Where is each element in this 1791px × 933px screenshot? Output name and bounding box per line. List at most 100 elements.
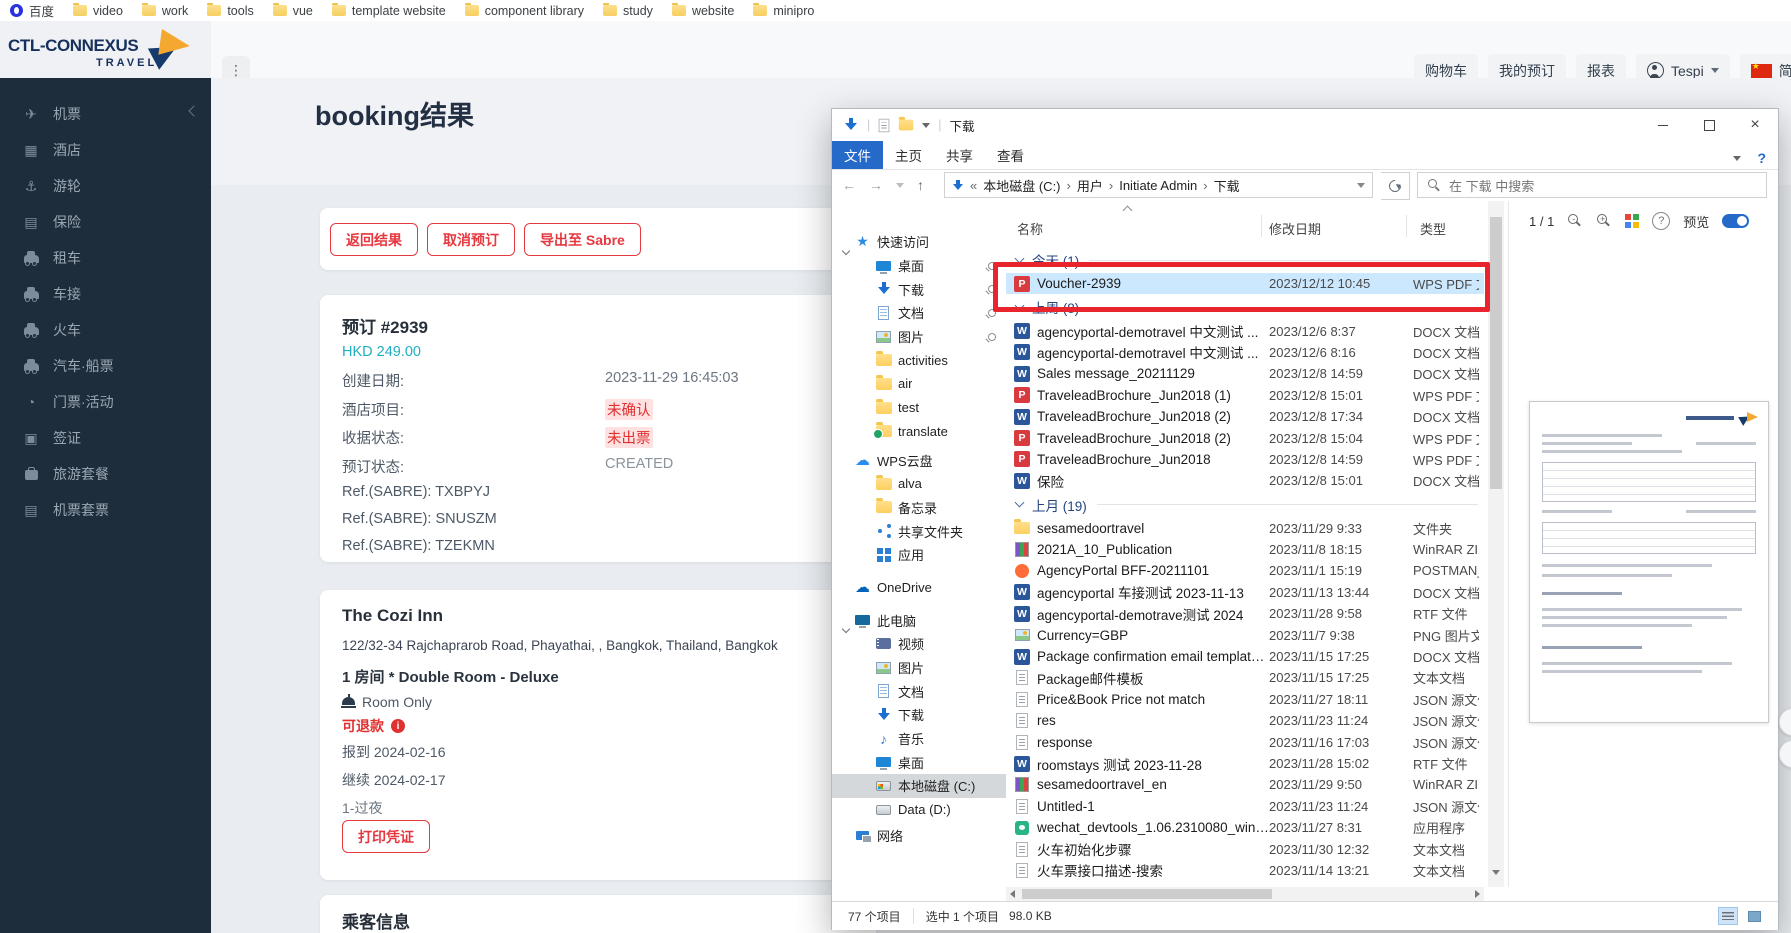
thumbnail-view-icon[interactable] [1744, 907, 1764, 925]
file-row[interactable]: sesamedoortravel2023/11/29 9:33文件夹 [1006, 518, 1484, 539]
file-row[interactable]: wechat_devtools_1.06.2310080_win32...202… [1006, 817, 1484, 838]
file-row[interactable]: Price&Book Price not match2023/11/27 18:… [1006, 689, 1484, 710]
scrollbar-thumb[interactable] [1490, 217, 1502, 489]
up-icon[interactable]: ↑ [917, 177, 924, 193]
bookmark-item[interactable]: component library [465, 4, 584, 18]
address-dropdown-icon[interactable] [1357, 183, 1365, 188]
group-header[interactable]: 上月 (19) [1006, 492, 1484, 518]
search-box[interactable]: 在 下载 中搜索 [1417, 172, 1767, 198]
wps-grid-icon[interactable] [1625, 214, 1639, 228]
zoom-in-icon[interactable]: + [1596, 213, 1612, 229]
group-header[interactable]: 上周 (8) [1006, 294, 1484, 320]
file-row[interactable]: Currency=GBP2023/11/7 9:38PNG 图片文件 [1006, 624, 1484, 645]
file-row[interactable]: W保险2023/12/8 15:01DOCX 文档 [1006, 470, 1484, 491]
bookmark-item[interactable]: website [672, 4, 734, 18]
nav-item-文档[interactable]: 文档 [832, 301, 1006, 325]
address-segment[interactable]: 下载 [1214, 176, 1240, 195]
vertical-scrollbar[interactable] [1488, 201, 1504, 887]
nav-item-网络[interactable]: 网络 [832, 824, 1006, 848]
quick-access-chevron-icon[interactable] [922, 123, 930, 128]
file-row[interactable]: Wagencyportal-demotravel 中文测试 ...2023/12… [1006, 320, 1484, 341]
file-row[interactable]: Wroomstays 测试 2023-11-282023/11/28 15:02… [1006, 753, 1484, 774]
nav-item-alva[interactable]: alva [832, 472, 1006, 496]
nav-item-OneDrive[interactable]: OneDrive [832, 576, 1006, 600]
refresh-button[interactable] [1381, 172, 1410, 200]
nav-item-音乐[interactable]: 音乐 [832, 727, 1006, 751]
address-segment[interactable]: Initiate Admin [1119, 178, 1197, 193]
column-header-name[interactable]: 名称 [1017, 219, 1043, 238]
sidebar-item-酒店[interactable]: ▦酒店 [0, 132, 211, 168]
quick-access-doc-icon[interactable] [879, 118, 890, 132]
bookmark-item[interactable]: tools [207, 4, 253, 18]
file-row[interactable]: response2023/11/16 17:03JSON 源文件 [1006, 731, 1484, 752]
nav-item-air[interactable]: air [832, 372, 1006, 396]
file-row[interactable]: 火车票接口描述-搜索2023/11/14 13:21文本文档 [1006, 860, 1484, 881]
ribbon-tab-文件[interactable]: 文件 [832, 141, 883, 169]
group-header[interactable]: 今天 (1) [1006, 247, 1484, 273]
sidebar-item-机票套票[interactable]: ▤机票套票 [0, 492, 211, 528]
bookmark-item[interactable]: 百度 [10, 1, 54, 20]
nav-item-快速访问[interactable]: 快速访问 [832, 230, 1006, 254]
print-voucher-button[interactable]: 打印凭证 [342, 820, 430, 853]
back-icon[interactable]: ← [842, 177, 856, 193]
close-button[interactable]: × [1732, 109, 1778, 141]
bookmark-item[interactable]: video [73, 4, 123, 18]
file-row[interactable]: Wagencyportal-demotravel 中文测试 ...2023/12… [1006, 342, 1484, 363]
nav-item-translate[interactable]: translate [832, 420, 1006, 444]
info-icon[interactable]: i [391, 719, 405, 733]
nav-item-桌面[interactable]: 桌面 [832, 750, 1006, 774]
file-row[interactable]: sesamedoortravel_en2023/11/29 9:50WinRAR… [1006, 774, 1484, 795]
file-row[interactable]: WPackage confirmation email template...2… [1006, 646, 1484, 667]
nav-item-下载[interactable]: 下载 [832, 277, 1006, 301]
nav-item-Data (D:)[interactable]: Data (D:) [832, 798, 1006, 822]
quick-access-folder-icon[interactable] [899, 120, 913, 131]
bookmark-item[interactable]: vue [273, 4, 313, 18]
bookmark-item[interactable]: minipro [753, 4, 814, 18]
column-header-type[interactable]: 类型 [1420, 219, 1446, 238]
file-row[interactable]: 火车初始化步骤2023/11/30 12:32文本文档 [1006, 838, 1484, 859]
sidebar-item-门票·活动[interactable]: ◔门票·活动 [0, 384, 211, 420]
file-row[interactable]: AgencyPortal BFF-202111012023/11/1 15:19… [1006, 560, 1484, 581]
document-preview-thumbnail[interactable] [1529, 401, 1769, 723]
sidebar-item-火车[interactable]: 火车 [0, 312, 211, 348]
nav-item-文档[interactable]: 文档 [832, 679, 1006, 703]
file-row[interactable]: PTraveleadBrochure_Jun2018 (2)2023/12/8 … [1006, 427, 1484, 448]
edge-widget-button[interactable]: ‹ [1779, 708, 1791, 736]
sidebar-item-机票[interactable]: ✈机票 [0, 96, 211, 132]
preview-help-icon[interactable]: ? [1652, 212, 1670, 230]
maximize-button[interactable] [1686, 109, 1732, 141]
zoom-out-icon[interactable]: - [1567, 213, 1583, 229]
ribbon-tab-主页[interactable]: 主页 [883, 141, 934, 169]
nav-item-应用[interactable]: 应用 [832, 543, 1006, 567]
address-bar[interactable]: « 本地磁盘 (C:)›用户›Initiate Admin›下载 [944, 172, 1373, 198]
address-segment[interactable]: 本地磁盘 (C:) [983, 176, 1060, 195]
bookmark-item[interactable]: study [603, 4, 653, 18]
action-button[interactable]: 返回结果 [330, 223, 418, 256]
address-segment[interactable]: 用户 [1077, 176, 1103, 195]
ribbon-collapse-icon[interactable] [1733, 156, 1741, 161]
sidebar-item-保险[interactable]: ▤保险 [0, 204, 211, 240]
nav-item-activities[interactable]: activities [832, 348, 1006, 372]
nav-item-test[interactable]: test [832, 396, 1006, 420]
file-row[interactable]: 2021A_10_Publication2023/11/8 18:15WinRA… [1006, 539, 1484, 560]
nav-item-图片[interactable]: 图片 [832, 656, 1006, 680]
column-header-date[interactable]: 修改日期 [1269, 219, 1321, 238]
nav-item-备忘录[interactable]: 备忘录 [832, 496, 1006, 520]
file-row[interactable]: PTraveleadBrochure_Jun20182023/12/8 14:5… [1006, 449, 1484, 470]
action-button[interactable]: 取消预订 [427, 223, 515, 256]
explorer-titlebar[interactable]: | | 下载 × [832, 109, 1778, 141]
nav-item-此电脑[interactable]: 此电脑 [832, 608, 1006, 632]
file-row[interactable]: WSales message_202111292023/12/8 14:59DO… [1006, 363, 1484, 384]
ribbon-tab-共享[interactable]: 共享 [934, 141, 985, 169]
edge-widget-button[interactable]: ‹ [1779, 740, 1791, 768]
nav-item-下载[interactable]: 下载 [832, 703, 1006, 727]
sidebar-item-旅游套餐[interactable]: 旅游套餐 [0, 456, 211, 492]
preview-toggle[interactable] [1722, 214, 1749, 228]
sidebar-item-汽车·船票[interactable]: 汽车·船票 [0, 348, 211, 384]
nav-item-图片[interactable]: 图片 [832, 325, 1006, 349]
h-scrollbar-thumb[interactable] [1022, 889, 1272, 899]
chevron-left-icon[interactable] [188, 105, 199, 116]
nav-item-视频[interactable]: 视频 [832, 632, 1006, 656]
file-row[interactable]: Wagencyportal 车接测试 2023-11-132023/11/13 … [1006, 582, 1484, 603]
bookmark-item[interactable]: template website [332, 4, 446, 18]
